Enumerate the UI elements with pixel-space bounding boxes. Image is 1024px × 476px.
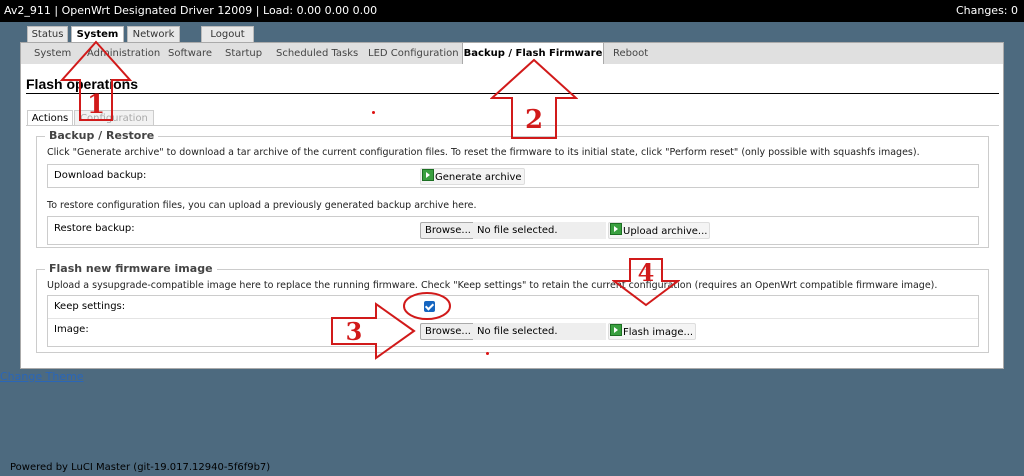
annotation-arrow-4: 4 [612,258,680,307]
annotation-label-1: 1 [87,90,105,120]
annotation-dot [372,111,375,114]
load-info: Load: 0.00 0.00 0.00 [263,4,378,17]
subtab-startup[interactable]: Startup [225,43,262,65]
annotation-arrow-1: 1 [60,40,132,121]
subtab-scheduled-tasks[interactable]: Scheduled Tasks [276,43,358,65]
flash-image-button[interactable]: Flash image... [608,323,697,340]
annotation-label-3: 3 [346,317,363,346]
annotation-label-4: 4 [638,258,655,287]
restore-backup-row: Restore backup: Browse... No file select… [47,216,979,245]
top-bar: Av2_911 | OpenWrt Designated Driver 1200… [0,0,1024,22]
browse-backup-button[interactable]: Browse... [420,222,476,239]
firmware-description: OpenWrt Designated Driver 12009 [61,4,253,17]
image-file-status: No file selected. [473,323,606,340]
changes-indicator[interactable]: Changes: 0 [956,0,1018,22]
flash-firmware-legend: Flash new firmware image [45,262,217,275]
tab-network[interactable]: Network [127,26,180,42]
download-backup-label: Download backup: [54,170,147,181]
flash-description: Upload a sysupgrade-compatible image her… [47,280,938,291]
play-icon [610,324,622,336]
subtab-software[interactable]: Software [168,43,212,65]
subtab-led-configuration[interactable]: LED Configuration [368,43,459,65]
play-icon [422,169,434,181]
backup-restore-legend: Backup / Restore [45,129,159,142]
hostname: Av2_911 [4,4,51,17]
download-backup-row: Download backup: Generate archive [47,164,979,188]
play-icon [610,223,622,235]
row-divider [48,318,978,319]
backup-description: Click "Generate archive" to download a t… [47,147,920,158]
keep-settings-label: Keep settings: [54,301,126,312]
backup-restore-section: Backup / Restore Click "Generate archive… [36,129,989,248]
subtab-reboot[interactable]: Reboot [613,43,648,65]
image-label: Image: [54,324,89,335]
tab-logout[interactable]: Logout [201,26,254,42]
flash-options-row: Keep settings: Image: Browse... No file … [47,295,979,347]
annotation-label-2: 2 [525,105,543,135]
upload-archive-button[interactable]: Upload archive... [608,222,711,239]
generate-archive-button[interactable]: Generate archive [420,168,525,185]
annotation-circle [403,292,451,320]
restore-description: To restore configuration files, you can … [47,200,477,211]
restore-backup-label: Restore backup: [54,223,135,234]
annotation-dot [486,352,489,355]
backup-file-status: No file selected. [473,222,606,239]
footer: Powered by LuCI Master (git-19.017.12940… [10,462,271,473]
annotation-arrow-2: 2 [490,58,578,139]
change-theme-link[interactable]: Change Theme [0,370,84,383]
flash-firmware-section: Flash new firmware image Upload a sysupg… [36,262,989,353]
header-info: Av2_911 | OpenWrt Designated Driver 1200… [4,4,378,17]
browse-image-button[interactable]: Browse... [420,323,476,340]
